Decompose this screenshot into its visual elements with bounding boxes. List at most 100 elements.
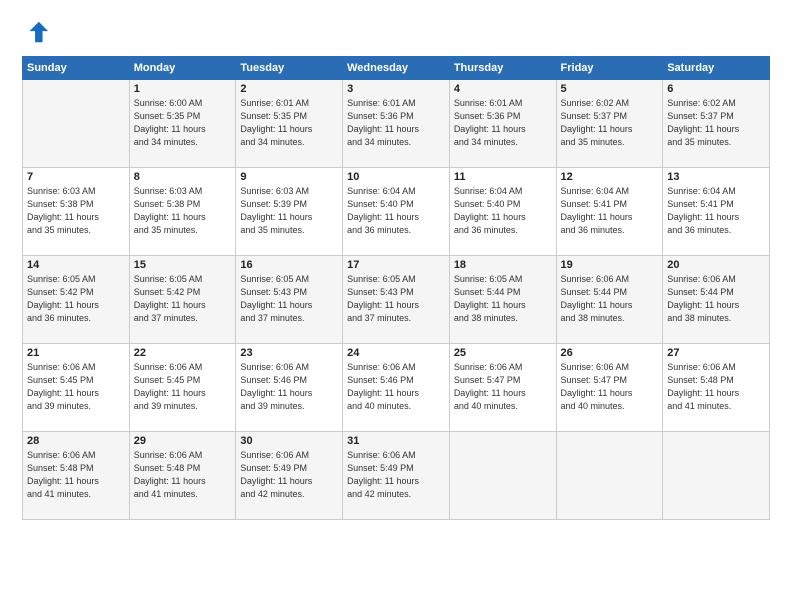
day-number: 24: [347, 347, 445, 359]
calendar-table: SundayMondayTuesdayWednesdayThursdayFrid…: [22, 56, 770, 520]
day-number: 5: [561, 83, 659, 95]
day-cell: 7 Sunrise: 6:03 AMSunset: 5:38 PMDaylight…: [23, 168, 130, 256]
day-number: 2: [240, 83, 338, 95]
day-cell: 22 Sunrise: 6:06 AMSunset: 5:45 PMDayligh…: [129, 344, 236, 432]
day-info: Sunrise: 6:06 AMSunset: 5:45 PMDaylight:…: [134, 361, 232, 413]
day-number: 6: [667, 83, 765, 95]
day-info: Sunrise: 6:01 AMSunset: 5:35 PMDaylight:…: [240, 97, 338, 149]
day-info: Sunrise: 6:02 AMSunset: 5:37 PMDaylight:…: [561, 97, 659, 149]
day-cell: 25 Sunrise: 6:06 AMSunset: 5:47 PMDayligh…: [449, 344, 556, 432]
day-number: 17: [347, 259, 445, 271]
day-number: 8: [134, 171, 232, 183]
day-cell: 8 Sunrise: 6:03 AMSunset: 5:38 PMDaylight…: [129, 168, 236, 256]
day-info: Sunrise: 6:04 AMSunset: 5:41 PMDaylight:…: [561, 185, 659, 237]
day-info: Sunrise: 6:00 AMSunset: 5:35 PMDaylight:…: [134, 97, 232, 149]
day-cell: 15 Sunrise: 6:05 AMSunset: 5:42 PMDayligh…: [129, 256, 236, 344]
day-number: 29: [134, 435, 232, 447]
header-cell-friday: Friday: [556, 57, 663, 80]
day-info: Sunrise: 6:06 AMSunset: 5:44 PMDaylight:…: [667, 273, 765, 325]
day-cell: 28Sunrise: 6:06 AMSunset: 5:48 PMDayligh…: [23, 432, 130, 520]
day-info: Sunrise: 6:06 AMSunset: 5:49 PMDaylight:…: [240, 449, 338, 501]
day-number: 9: [240, 171, 338, 183]
day-info: Sunrise: 6:05 AMSunset: 5:42 PMDaylight:…: [134, 273, 232, 325]
day-cell: 1 Sunrise: 6:00 AMSunset: 5:35 PMDaylight…: [129, 80, 236, 168]
day-cell: 10Sunrise: 6:04 AMSunset: 5:40 PMDayligh…: [343, 168, 450, 256]
day-info: Sunrise: 6:06 AMSunset: 5:49 PMDaylight:…: [347, 449, 445, 501]
day-cell: 20 Sunrise: 6:06 AMSunset: 5:44 PMDayligh…: [663, 256, 770, 344]
day-number: 31: [347, 435, 445, 447]
day-cell: [23, 80, 130, 168]
day-info: Sunrise: 6:06 AMSunset: 5:44 PMDaylight:…: [561, 273, 659, 325]
week-row-2: 14Sunrise: 6:05 AMSunset: 5:42 PMDayligh…: [23, 256, 770, 344]
day-info: Sunrise: 6:01 AMSunset: 5:36 PMDaylight:…: [454, 97, 552, 149]
day-cell: 31 Sunrise: 6:06 AMSunset: 5:49 PMDayligh…: [343, 432, 450, 520]
day-number: 19: [561, 259, 659, 271]
day-info: Sunrise: 6:05 AMSunset: 5:43 PMDaylight:…: [240, 273, 338, 325]
day-cell: 29 Sunrise: 6:06 AMSunset: 5:48 PMDayligh…: [129, 432, 236, 520]
day-number: 13: [667, 171, 765, 183]
day-number: 18: [454, 259, 552, 271]
logo-icon: [22, 18, 50, 46]
day-cell: 6Sunrise: 6:02 AMSunset: 5:37 PMDaylight…: [663, 80, 770, 168]
header-row: SundayMondayTuesdayWednesdayThursdayFrid…: [23, 57, 770, 80]
day-number: 26: [561, 347, 659, 359]
header: [22, 18, 770, 46]
day-number: 23: [240, 347, 338, 359]
day-cell: [663, 432, 770, 520]
day-number: 11: [454, 171, 552, 183]
day-info: Sunrise: 6:03 AMSunset: 5:38 PMDaylight:…: [134, 185, 232, 237]
day-number: 15: [134, 259, 232, 271]
day-info: Sunrise: 6:05 AMSunset: 5:42 PMDaylight:…: [27, 273, 125, 325]
day-number: 4: [454, 83, 552, 95]
header-cell-sunday: Sunday: [23, 57, 130, 80]
day-cell: 5 Sunrise: 6:02 AMSunset: 5:37 PMDaylight…: [556, 80, 663, 168]
header-cell-saturday: Saturday: [663, 57, 770, 80]
day-number: 25: [454, 347, 552, 359]
day-cell: 14Sunrise: 6:05 AMSunset: 5:42 PMDayligh…: [23, 256, 130, 344]
day-info: Sunrise: 6:04 AMSunset: 5:41 PMDaylight:…: [667, 185, 765, 237]
week-row-3: 21 Sunrise: 6:06 AMSunset: 5:45 PMDayligh…: [23, 344, 770, 432]
day-info: Sunrise: 6:06 AMSunset: 5:47 PMDaylight:…: [454, 361, 552, 413]
week-row-0: 1 Sunrise: 6:00 AMSunset: 5:35 PMDaylight…: [23, 80, 770, 168]
day-number: 3: [347, 83, 445, 95]
day-cell: 3 Sunrise: 6:01 AMSunset: 5:36 PMDaylight…: [343, 80, 450, 168]
header-cell-tuesday: Tuesday: [236, 57, 343, 80]
day-number: 20: [667, 259, 765, 271]
header-cell-thursday: Thursday: [449, 57, 556, 80]
day-number: 21: [27, 347, 125, 359]
day-number: 22: [134, 347, 232, 359]
day-cell: 2 Sunrise: 6:01 AMSunset: 5:35 PMDaylight…: [236, 80, 343, 168]
day-number: 7: [27, 171, 125, 183]
day-number: 1: [134, 83, 232, 95]
day-number: 30: [240, 435, 338, 447]
day-info: Sunrise: 6:03 AMSunset: 5:38 PMDaylight:…: [27, 185, 125, 237]
day-info: Sunrise: 6:06 AMSunset: 5:48 PMDaylight:…: [27, 449, 125, 501]
day-info: Sunrise: 6:06 AMSunset: 5:47 PMDaylight:…: [561, 361, 659, 413]
day-cell: 16Sunrise: 6:05 AMSunset: 5:43 PMDayligh…: [236, 256, 343, 344]
day-info: Sunrise: 6:05 AMSunset: 5:44 PMDaylight:…: [454, 273, 552, 325]
day-number: 27: [667, 347, 765, 359]
day-info: Sunrise: 6:01 AMSunset: 5:36 PMDaylight:…: [347, 97, 445, 149]
day-cell: 21Sunrise: 6:06 AMSunset: 5:45 PMDayligh…: [23, 344, 130, 432]
day-number: 12: [561, 171, 659, 183]
day-cell: 30 Sunrise: 6:06 AMSunset: 5:49 PMDayligh…: [236, 432, 343, 520]
day-info: Sunrise: 6:06 AMSunset: 5:46 PMDaylight:…: [240, 361, 338, 413]
day-cell: 13 Sunrise: 6:04 AMSunset: 5:41 PMDayligh…: [663, 168, 770, 256]
day-cell: 12 Sunrise: 6:04 AMSunset: 5:41 PMDayligh…: [556, 168, 663, 256]
calendar-header: SundayMondayTuesdayWednesdayThursdayFrid…: [23, 57, 770, 80]
day-cell: 11 Sunrise: 6:04 AMSunset: 5:40 PMDayligh…: [449, 168, 556, 256]
day-cell: [449, 432, 556, 520]
week-row-1: 7 Sunrise: 6:03 AMSunset: 5:38 PMDaylight…: [23, 168, 770, 256]
week-row-4: 28Sunrise: 6:06 AMSunset: 5:48 PMDayligh…: [23, 432, 770, 520]
day-info: Sunrise: 6:03 AMSunset: 5:39 PMDaylight:…: [240, 185, 338, 237]
day-info: Sunrise: 6:04 AMSunset: 5:40 PMDaylight:…: [454, 185, 552, 237]
day-cell: 23 Sunrise: 6:06 AMSunset: 5:46 PMDayligh…: [236, 344, 343, 432]
day-info: Sunrise: 6:06 AMSunset: 5:48 PMDaylight:…: [134, 449, 232, 501]
day-cell: 18 Sunrise: 6:05 AMSunset: 5:44 PMDayligh…: [449, 256, 556, 344]
day-cell: 9 Sunrise: 6:03 AMSunset: 5:39 PMDaylight…: [236, 168, 343, 256]
day-cell: 27Sunrise: 6:06 AMSunset: 5:48 PMDayligh…: [663, 344, 770, 432]
day-cell: 26 Sunrise: 6:06 AMSunset: 5:47 PMDayligh…: [556, 344, 663, 432]
day-cell: 19 Sunrise: 6:06 AMSunset: 5:44 PMDayligh…: [556, 256, 663, 344]
day-cell: [556, 432, 663, 520]
day-info: Sunrise: 6:04 AMSunset: 5:40 PMDaylight:…: [347, 185, 445, 237]
